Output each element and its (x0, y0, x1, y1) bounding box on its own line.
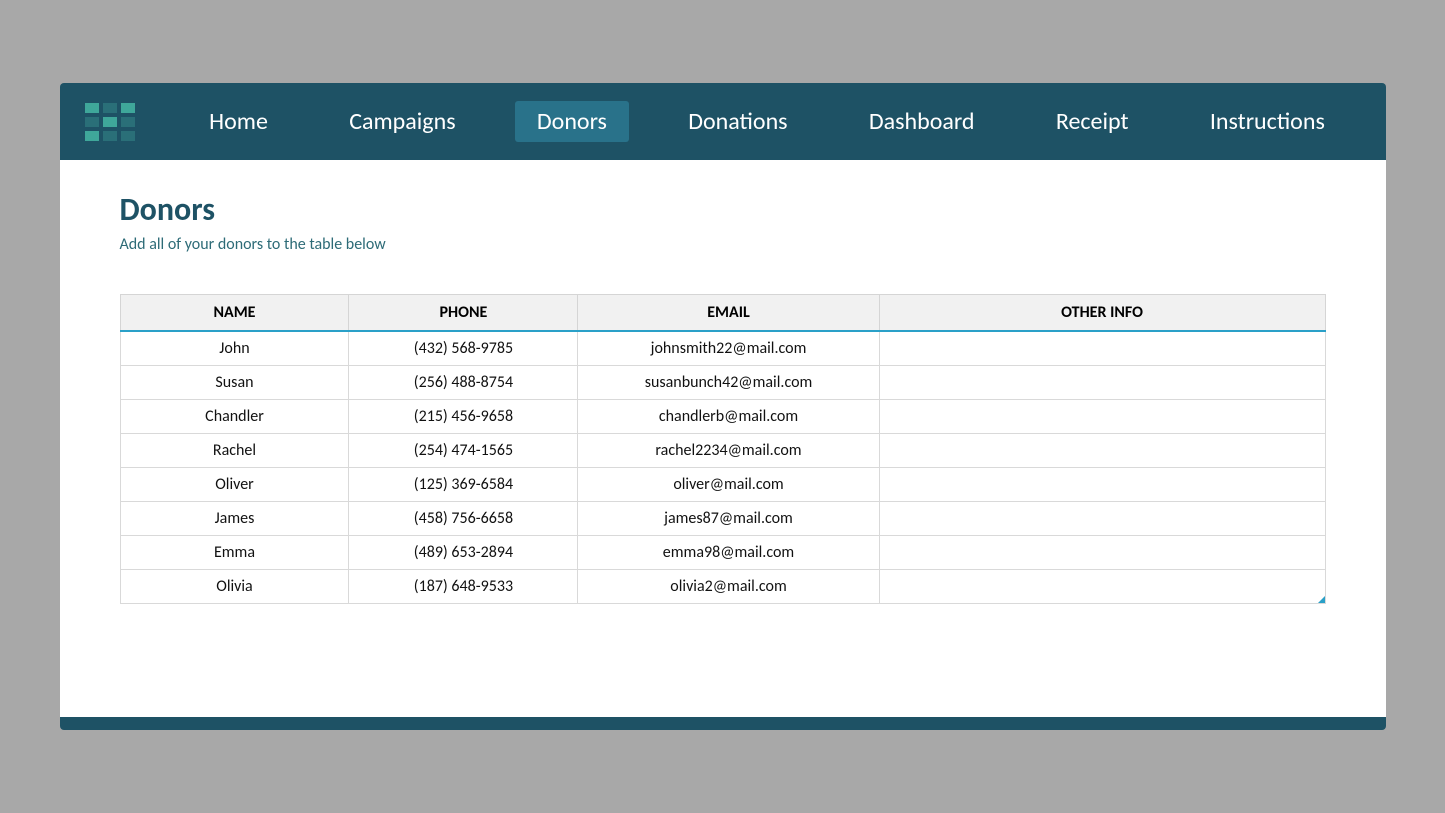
table-row[interactable]: Susan(256) 488-8754susanbunch42@mail.com (120, 366, 1325, 400)
table-row[interactable]: James(458) 756-6658james87@mail.com (120, 502, 1325, 536)
nav-item-dashboard[interactable]: Dashboard (847, 101, 997, 142)
cell-name[interactable]: Chandler (120, 400, 349, 434)
page-subtitle: Add all of your donors to the table belo… (120, 235, 1326, 254)
col-header-other-info[interactable]: OTHER INFO (879, 295, 1325, 332)
cell-email[interactable]: james87@mail.com (578, 502, 879, 536)
logo-icon (85, 103, 143, 141)
table-row[interactable]: Chandler(215) 456-9658chandlerb@mail.com (120, 400, 1325, 434)
page-title: Donors (120, 190, 1326, 229)
cell-name[interactable]: Rachel (120, 434, 349, 468)
cell-other[interactable] (879, 502, 1325, 536)
cell-email[interactable]: olivia2@mail.com (578, 570, 879, 604)
cell-phone[interactable]: (215) 456-9658 (349, 400, 578, 434)
main-nav: Home Campaigns Donors Donations Dashboard Rec… (169, 101, 1366, 142)
table-row[interactable]: John(432) 568-9785johnsmith22@mail.com (120, 331, 1325, 366)
cell-other[interactable] (879, 536, 1325, 570)
cell-name[interactable]: John (120, 331, 349, 366)
cell-phone[interactable]: (256) 488-8754 (349, 366, 578, 400)
app-frame: Home Campaigns Donors Donations Dashboard Rec… (60, 83, 1386, 730)
table-resize-handle-icon[interactable] (1318, 596, 1325, 603)
cell-other[interactable] (879, 366, 1325, 400)
cell-phone[interactable]: (432) 568-9785 (349, 331, 578, 366)
nav-item-receipt[interactable]: Receipt (1034, 101, 1151, 142)
cell-other[interactable] (879, 434, 1325, 468)
donors-table[interactable]: NAMEPHONEEMAILOTHER INFO John(432) 568-9… (120, 294, 1326, 604)
cell-email[interactable]: oliver@mail.com (578, 468, 879, 502)
table-header-row: NAMEPHONEEMAILOTHER INFO (120, 295, 1325, 332)
table-row[interactable]: Emma(489) 653-2894emma98@mail.com (120, 536, 1325, 570)
cell-other[interactable] (879, 468, 1325, 502)
cell-name[interactable]: Oliver (120, 468, 349, 502)
nav-item-home[interactable]: Home (187, 101, 290, 142)
cell-other[interactable] (879, 570, 1325, 604)
cell-phone[interactable]: (125) 369-6584 (349, 468, 578, 502)
cell-name[interactable]: James (120, 502, 349, 536)
nav-item-campaigns[interactable]: Campaigns (327, 101, 477, 142)
cell-email[interactable]: johnsmith22@mail.com (578, 331, 879, 366)
nav-item-donors[interactable]: Donors (515, 101, 629, 142)
table-row[interactable]: Oliver(125) 369-6584oliver@mail.com (120, 468, 1325, 502)
cell-email[interactable]: susanbunch42@mail.com (578, 366, 879, 400)
cell-phone[interactable]: (458) 756-6658 (349, 502, 578, 536)
nav-item-instructions[interactable]: Instructions (1188, 101, 1347, 142)
table-body: John(432) 568-9785johnsmith22@mail.comSu… (120, 331, 1325, 604)
cell-name[interactable]: Susan (120, 366, 349, 400)
cell-other[interactable] (879, 400, 1325, 434)
cell-phone[interactable]: (254) 474-1565 (349, 434, 578, 468)
frame-bottom-border (60, 717, 1386, 730)
col-header-phone[interactable]: PHONE (349, 295, 578, 332)
sheet-body: Donors Add all of your donors to the tab… (60, 160, 1386, 717)
table-row[interactable]: Olivia(187) 648-9533olivia2@mail.com (120, 570, 1325, 604)
cell-email[interactable]: rachel2234@mail.com (578, 434, 879, 468)
cell-email[interactable]: emma98@mail.com (578, 536, 879, 570)
cell-phone[interactable]: (489) 653-2894 (349, 536, 578, 570)
cell-other[interactable] (879, 331, 1325, 366)
cell-email[interactable]: chandlerb@mail.com (578, 400, 879, 434)
topbar: Home Campaigns Donors Donations Dashboard Rec… (60, 83, 1386, 160)
col-header-name[interactable]: NAME (120, 295, 349, 332)
cell-name[interactable]: Olivia (120, 570, 349, 604)
cell-name[interactable]: Emma (120, 536, 349, 570)
col-header-email[interactable]: EMAIL (578, 295, 879, 332)
cell-phone[interactable]: (187) 648-9533 (349, 570, 578, 604)
table-row[interactable]: Rachel(254) 474-1565rachel2234@mail.com (120, 434, 1325, 468)
nav-item-donations[interactable]: Donations (666, 101, 809, 142)
